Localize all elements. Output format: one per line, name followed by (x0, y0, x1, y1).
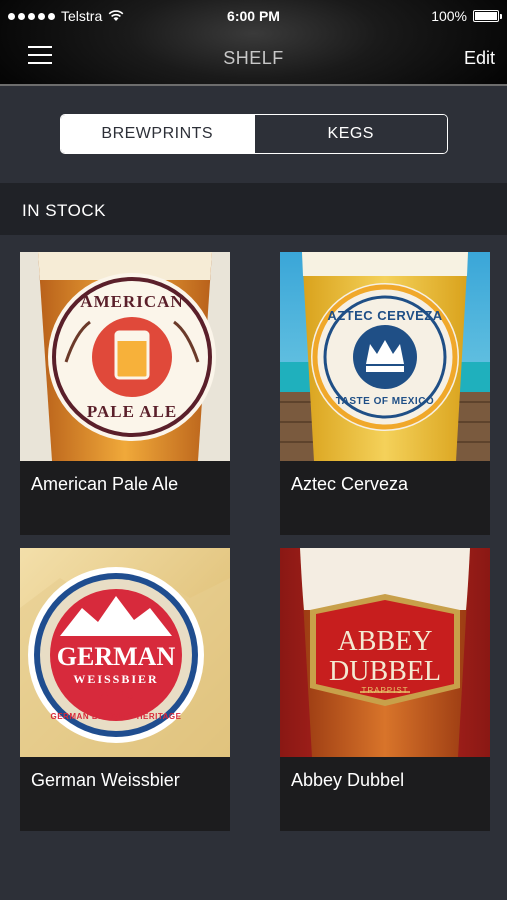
tab-brewprints[interactable]: BREWPRINTS (61, 115, 254, 153)
navigation-bar: SHELF Edit (0, 32, 507, 84)
beer-name: Abbey Dubbel (291, 770, 405, 790)
battery-percent: 100% (431, 8, 467, 24)
badge-text-bottom: TASTE OF MEXICO (335, 396, 435, 407)
edit-button[interactable]: Edit (464, 48, 495, 69)
beer-image-aztec-cerveza: AZTEC CERVEZA TASTE OF MEXICO (280, 252, 490, 461)
badge-text-middle: DUBBEL (329, 656, 441, 687)
battery-icon (473, 10, 502, 22)
beer-card-aztec-cerveza[interactable]: AZTEC CERVEZA TASTE OF MEXICO Aztec Cerv… (280, 252, 490, 535)
segmented-control: BREWPRINTS KEGS (60, 114, 448, 154)
section-header: IN STOCK (0, 183, 507, 235)
top-bar: Telstra 6:00 PM 100% SHELF Edit (0, 0, 507, 86)
beer-image-abbey-dubbel: ABBEY DUBBEL TRAPPIST (280, 548, 490, 757)
badge-text-bottom: GERMAN BREWING HERITAGE (50, 712, 182, 721)
beer-card-american-pale-ale[interactable]: AMERICAN PALE ALE American Pale Ale (20, 252, 230, 535)
badge-text-top: ABBEY (337, 626, 433, 657)
beer-name: German Weissbier (31, 770, 180, 790)
badge-text-top: AZTEC CERVEZA (327, 308, 443, 323)
beer-card-german-weissbier[interactable]: GERMAN WEISSBIER GERMAN BREWING HERITAGE… (20, 548, 230, 831)
beer-name: American Pale Ale (31, 474, 179, 494)
badge-text-bottom: PALE ALE (86, 402, 178, 421)
beer-image-american-pale-ale: AMERICAN PALE ALE (20, 252, 230, 461)
badge-text-bottom: TRAPPIST (361, 686, 409, 695)
beer-image-german-weissbier: GERMAN WEISSBIER GERMAN BREWING HERITAGE (20, 548, 230, 757)
badge-text-middle: WEISSBIER (73, 672, 159, 686)
page-title: SHELF (223, 48, 284, 68)
status-bar: Telstra 6:00 PM 100% (0, 0, 507, 32)
badge-text-top: AMERICAN (80, 292, 184, 311)
status-right: 100% (431, 8, 502, 24)
badge-text-top: GERMAN (56, 642, 176, 671)
beer-name: Aztec Cerveza (291, 474, 409, 494)
section-title: IN STOCK (22, 201, 106, 220)
beer-card-abbey-dubbel[interactable]: ABBEY DUBBEL TRAPPIST Abbey Dubbel (280, 548, 490, 831)
tab-kegs[interactable]: KEGS (253, 115, 447, 153)
